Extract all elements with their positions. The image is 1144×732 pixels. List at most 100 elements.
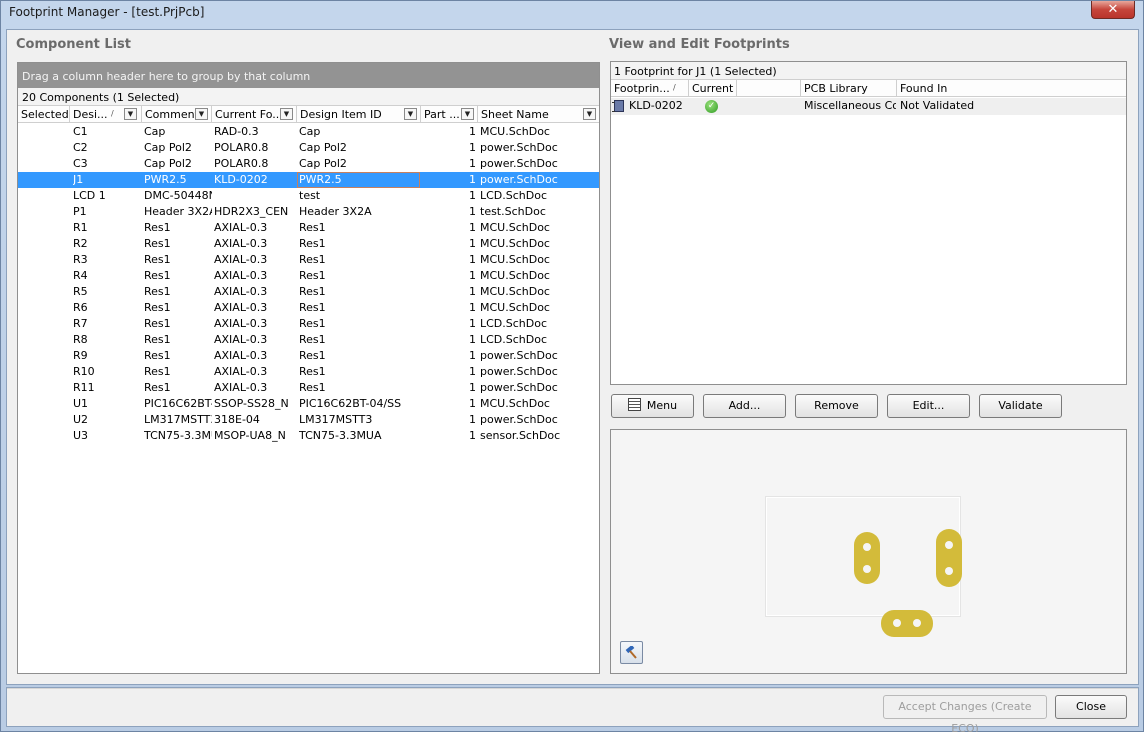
table-row[interactable]: LCD 1 DMC-50448N test 1 LCD.SchDoc [18, 188, 599, 204]
table-row[interactable]: C2 Cap Pol2 POLAR0.8 Cap Pol2 1 power.SchDoc [18, 140, 599, 156]
header-footprint[interactable]: Footprin... / [611, 80, 689, 97]
cell-comment: TCN75-3.3MU [144, 429, 212, 442]
table-row[interactable]: R11 Res1 AXIAL-0.3 Res1 1 power.SchDoc [18, 380, 599, 396]
header-current-footprint[interactable]: Current Fo... ▼ [212, 106, 297, 123]
cell-part: 1 [469, 349, 476, 362]
cell-design-item-id: Res1 [299, 333, 326, 346]
dropdown-icon[interactable]: ▼ [124, 108, 137, 120]
validate-button[interactable]: Validate [979, 394, 1062, 418]
accept-changes-button[interactable]: Accept Changes (Create ECO) [883, 695, 1047, 732]
cell-sheet-name: power.SchDoc [480, 413, 558, 426]
table-row[interactable]: R9 Res1 AXIAL-0.3 Res1 1 power.SchDoc [18, 348, 599, 364]
close-icon[interactable]: ✕ [1091, 1, 1135, 19]
table-row[interactable]: P1 Header 3X2A HDR2X3_CEN Header 3X2A 1 test.… [18, 204, 599, 220]
cell-designator: R9 [73, 349, 88, 362]
footprint-row[interactable]: KLD-0202 ✓ Miscellaneous Cor Not Validat… [611, 98, 1126, 115]
table-row[interactable]: U2 LM317MSTT3 318E-04 LM317MSTT3 1 power.SchD… [18, 412, 599, 428]
menu-button[interactable]: Menu [611, 394, 694, 418]
cell-sheet-name: power.SchDoc [480, 349, 558, 362]
header-current[interactable]: Current [689, 80, 737, 97]
footer-bar: Accept Changes (Create ECO) Close [6, 687, 1139, 732]
table-row[interactable]: R7 Res1 AXIAL-0.3 Res1 1 LCD.SchDoc [18, 316, 599, 332]
cell-designator: R3 [73, 253, 88, 266]
dropdown-icon[interactable]: ▼ [195, 108, 208, 120]
close-button[interactable]: Close [1055, 695, 1127, 719]
dropdown-icon[interactable]: ▼ [583, 108, 596, 120]
cell-comment: Res1 [144, 221, 171, 234]
sort-ascending-icon: / [111, 109, 114, 118]
header-sheet-name[interactable]: Sheet Name ▼ [478, 106, 601, 123]
header-selected[interactable]: Selected [18, 106, 70, 123]
cell-sheet-name: power.SchDoc [480, 173, 558, 186]
dropdown-icon[interactable]: ▼ [280, 108, 293, 120]
component-rows: C1 Cap RAD-0.3 Cap 1 MCU.SchDoc C2 Cap Pol2 POLA… [18, 124, 599, 444]
dropdown-icon[interactable]: ▼ [461, 108, 474, 120]
footprint-library: Miscellaneous Cor [804, 99, 896, 112]
table-row[interactable]: R4 Res1 AXIAL-0.3 Res1 1 MCU.SchDoc [18, 268, 599, 284]
cell-design-item-id: Res1 [299, 301, 326, 314]
cell-designator: LCD 1 [73, 189, 106, 202]
table-row[interactable]: R3 Res1 AXIAL-0.3 Res1 1 MCU.SchDoc [18, 252, 599, 268]
cell-comment: Res1 [144, 365, 171, 378]
cell-comment: Cap Pol2 [144, 157, 192, 170]
table-row[interactable]: C1 Cap RAD-0.3 Cap 1 MCU.SchDoc [18, 124, 599, 140]
table-row[interactable]: R5 Res1 AXIAL-0.3 Res1 1 MCU.SchDoc [18, 284, 599, 300]
component-grid[interactable]: Drag a column header here to group by th… [17, 62, 600, 674]
cell-designator: J1 [73, 173, 84, 186]
table-row[interactable]: J1 PWR2.5 KLD-0202 PWR2.5 1 power.SchDoc [18, 172, 599, 188]
cell-part: 1 [469, 429, 476, 442]
component-list-title: Component List [16, 37, 132, 52]
cell-comment: Res1 [144, 253, 171, 266]
cell-sheet-name: LCD.SchDoc [480, 189, 548, 202]
window-title: Footprint Manager - [test.PrjPcb] [9, 5, 205, 19]
pad-left [854, 532, 880, 584]
cell-designator: R6 [73, 301, 88, 314]
cell-design-item-id: Res1 [299, 269, 326, 282]
add-button[interactable]: Add... [703, 394, 786, 418]
cell-part: 1 [469, 125, 476, 138]
cell-design-item-id: Cap [299, 125, 321, 138]
cell-sheet-name: sensor.SchDoc [480, 429, 561, 442]
cell-sheet-name: MCU.SchDoc [480, 125, 550, 138]
cell-design-item-id: Res1 [299, 317, 326, 330]
header-pcb-library[interactable]: PCB Library [801, 80, 897, 97]
cell-footprint: KLD-0202 [214, 173, 268, 186]
cell-designator: R2 [73, 237, 88, 250]
dropdown-icon[interactable]: ▼ [404, 108, 417, 120]
table-row[interactable]: U3 TCN75-3.3MU MSOP-UA8_N TCN75-3.3MUA 1 sens… [18, 428, 599, 444]
cell-design-item-id: Res1 [299, 285, 326, 298]
cell-footprint: AXIAL-0.3 [214, 365, 268, 378]
group-by-area[interactable]: Drag a column header here to group by th… [18, 63, 599, 88]
cell-part: 1 [469, 253, 476, 266]
footprint-preview[interactable] [610, 429, 1127, 674]
table-row[interactable]: R6 Res1 AXIAL-0.3 Res1 1 MCU.SchDoc [18, 300, 599, 316]
preview-tool-button[interactable] [620, 641, 643, 664]
edit-button[interactable]: Edit... [887, 394, 970, 418]
header-part[interactable]: Part ... ▼ [421, 106, 478, 123]
header-design-item-id[interactable]: Design Item ID ▼ [297, 106, 421, 123]
header-comment[interactable]: Comment ▼ [142, 106, 212, 123]
column-header-row: Selected Desi... / ▼ Comment ▼ Current F… [18, 106, 599, 123]
cell-part: 1 [469, 189, 476, 202]
cell-footprint: AXIAL-0.3 [214, 269, 268, 282]
table-row[interactable]: R2 Res1 AXIAL-0.3 Res1 1 MCU.SchDoc [18, 236, 599, 252]
cell-footprint: AXIAL-0.3 [214, 221, 268, 234]
cell-sheet-name: MCU.SchDoc [480, 253, 550, 266]
header-designator[interactable]: Desi... / ▼ [70, 106, 142, 123]
remove-button[interactable]: Remove [795, 394, 878, 418]
cell-part: 1 [469, 269, 476, 282]
table-row[interactable]: R10 Res1 AXIAL-0.3 Res1 1 power.SchDoc [18, 364, 599, 380]
table-row[interactable]: R8 Res1 AXIAL-0.3 Res1 1 LCD.SchDoc [18, 332, 599, 348]
table-row[interactable]: U1 PIC16C62BT-0SSOP-SS28_N PIC16C62BT-04/S… [18, 396, 599, 412]
header-found-in[interactable]: Found In [897, 80, 1128, 97]
cell-part: 1 [469, 397, 476, 410]
cell-designator: U3 [73, 429, 89, 442]
cell-designator: C2 [73, 141, 88, 154]
table-row[interactable]: C3 Cap Pol2 POLAR0.8 Cap Pol2 1 power.SchDoc [18, 156, 599, 172]
footprint-grid[interactable]: 1 Footprint for J1 (1 Selected) Footprin… [610, 61, 1127, 385]
table-row[interactable]: R1 Res1 AXIAL-0.3 Res1 1 MCU.SchDoc [18, 220, 599, 236]
cell-part: 1 [469, 173, 476, 186]
footprint-header-row: Footprin... / Current PCB Library Found … [611, 80, 1126, 97]
cell-design-item-id: Res1 [299, 221, 326, 234]
cell-part: 1 [469, 205, 476, 218]
